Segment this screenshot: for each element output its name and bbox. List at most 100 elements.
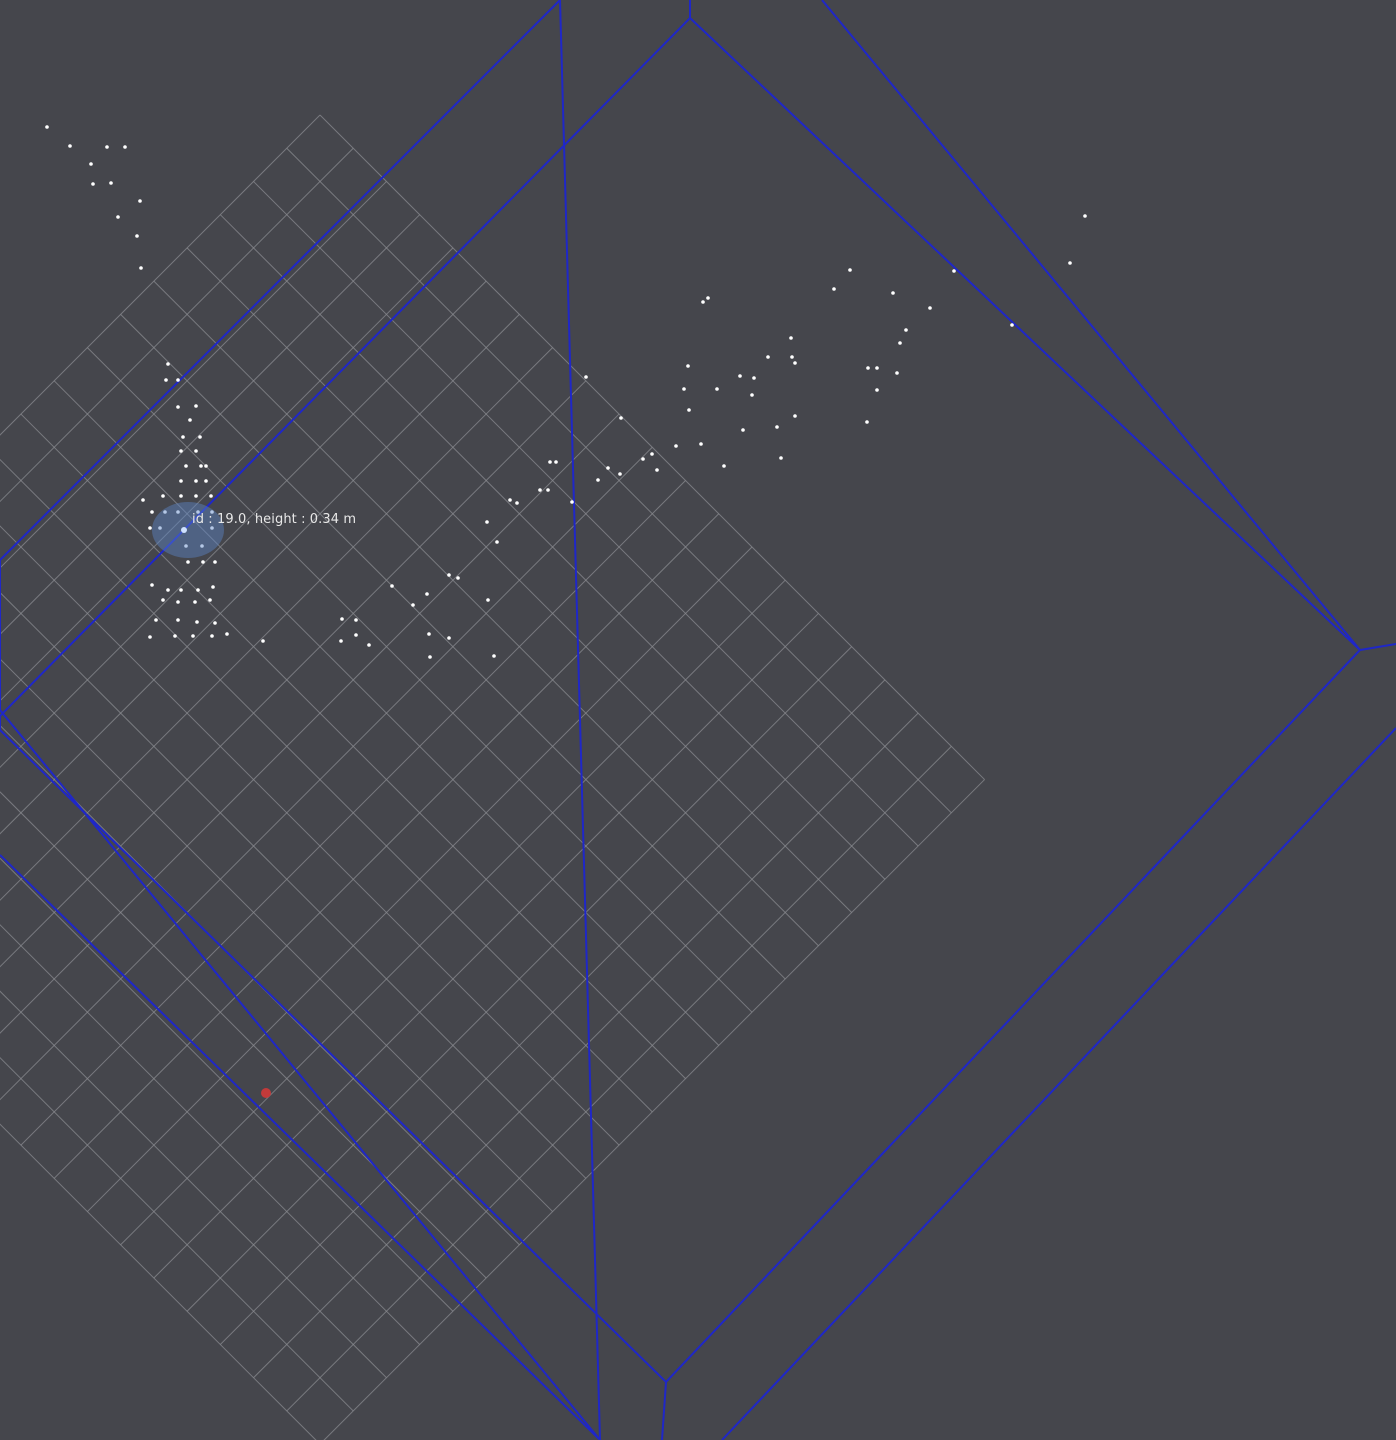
selected-object-marker xyxy=(181,527,187,533)
lidar-point xyxy=(179,479,183,483)
lidar-point xyxy=(194,404,198,408)
lidar-point xyxy=(554,460,558,464)
lidar-point xyxy=(139,266,143,270)
grid-line xyxy=(0,1056,354,1412)
lidar-point xyxy=(411,603,415,607)
lidar-point xyxy=(687,408,691,412)
lidar-point xyxy=(447,573,451,577)
lidar-point xyxy=(789,336,793,340)
lidar-point xyxy=(339,639,343,643)
lidar-point xyxy=(699,442,703,446)
lidar-point xyxy=(196,588,200,592)
grid-line xyxy=(0,114,321,436)
lidar-point xyxy=(606,466,610,470)
lidar-point xyxy=(194,494,198,498)
lidar-point xyxy=(775,425,779,429)
lidar-point xyxy=(425,592,429,596)
lidar-point xyxy=(650,452,654,456)
grid-line xyxy=(0,446,653,1101)
lidar-point xyxy=(546,488,550,492)
lidar-point xyxy=(148,526,152,530)
lidar-point xyxy=(204,479,208,483)
lidar-point xyxy=(91,182,95,186)
lidar-point xyxy=(193,600,197,604)
lidar-point xyxy=(427,632,431,636)
3d-viewport[interactable]: id : 19.0, height : 0.34 m xyxy=(0,0,1396,1440)
object-tooltip: id : 19.0, height : 0.34 m xyxy=(192,512,357,527)
lidar-point xyxy=(45,125,49,129)
lidar-point xyxy=(150,510,154,514)
lidar-point xyxy=(875,366,879,370)
lidar-point xyxy=(116,215,120,219)
lidar-point xyxy=(865,420,869,424)
lidar-point xyxy=(213,560,217,564)
lidar-point xyxy=(154,618,158,622)
selected-object[interactable] xyxy=(152,502,224,558)
lidar-point xyxy=(161,598,165,602)
lidar-point xyxy=(204,464,208,468)
lidar-point xyxy=(447,636,451,640)
origin-marker-dot xyxy=(261,1088,271,1098)
lidar-point xyxy=(209,494,213,498)
lidar-point xyxy=(340,617,344,621)
lidar-point xyxy=(928,306,932,310)
lidar-point xyxy=(1010,323,1014,327)
grid-line xyxy=(0,1123,317,1440)
lidar-point xyxy=(1083,214,1087,218)
lidar-point xyxy=(173,634,177,638)
lidar-point xyxy=(898,341,902,345)
lidar-point xyxy=(141,498,145,502)
lidar-point xyxy=(515,501,519,505)
lidar-point xyxy=(179,449,183,453)
lidar-point xyxy=(179,588,183,592)
lidar-point xyxy=(832,287,836,291)
lidar-point xyxy=(261,639,265,643)
lidar-point xyxy=(674,444,678,448)
lidar-point xyxy=(584,375,588,379)
inner-zone-boundary xyxy=(0,16,1362,1384)
zone-edge-bottom xyxy=(661,1381,667,1440)
grid-line xyxy=(0,924,421,1345)
lidar-point xyxy=(225,632,229,636)
grid-line xyxy=(0,990,387,1379)
lidar-point xyxy=(793,361,797,365)
lidar-point xyxy=(570,500,574,504)
selected-object-highlight xyxy=(152,502,224,558)
lidar-point xyxy=(486,598,490,602)
lidar-point xyxy=(790,355,794,359)
lidar-point xyxy=(752,376,756,380)
lidar-point xyxy=(164,378,168,382)
lidar-point xyxy=(367,643,371,647)
lidar-point xyxy=(485,520,489,524)
scene-canvas[interactable] xyxy=(0,0,1396,1440)
grid-line xyxy=(0,280,487,768)
lidar-point xyxy=(194,449,198,453)
lidar-point xyxy=(166,362,170,366)
lidar-point xyxy=(738,374,742,378)
lidar-point xyxy=(596,478,600,482)
lidar-point xyxy=(186,560,190,564)
lidar-point xyxy=(135,234,139,238)
lidar-point xyxy=(198,435,202,439)
lidar-point xyxy=(390,584,394,588)
lidar-point xyxy=(138,199,142,203)
lidar-point xyxy=(706,296,710,300)
grid-line xyxy=(0,314,520,835)
lidar-point xyxy=(428,655,432,659)
lidar-point xyxy=(895,371,899,375)
lidar-point xyxy=(148,635,152,639)
lidar-point xyxy=(188,418,192,422)
lidar-point xyxy=(875,388,879,392)
lidar-point xyxy=(618,472,622,476)
outer-zone-boundary-bottom-right xyxy=(721,727,1396,1440)
lidar-point xyxy=(68,144,72,148)
lidar-point xyxy=(176,618,180,622)
lidar-point xyxy=(191,634,195,638)
lidar-point xyxy=(904,328,908,332)
lidar-point xyxy=(176,600,180,604)
lidar-point xyxy=(1068,261,1072,265)
lidar-point xyxy=(655,468,659,472)
lidar-point xyxy=(176,405,180,409)
lidar-point xyxy=(211,585,215,589)
lidar-point xyxy=(548,460,552,464)
